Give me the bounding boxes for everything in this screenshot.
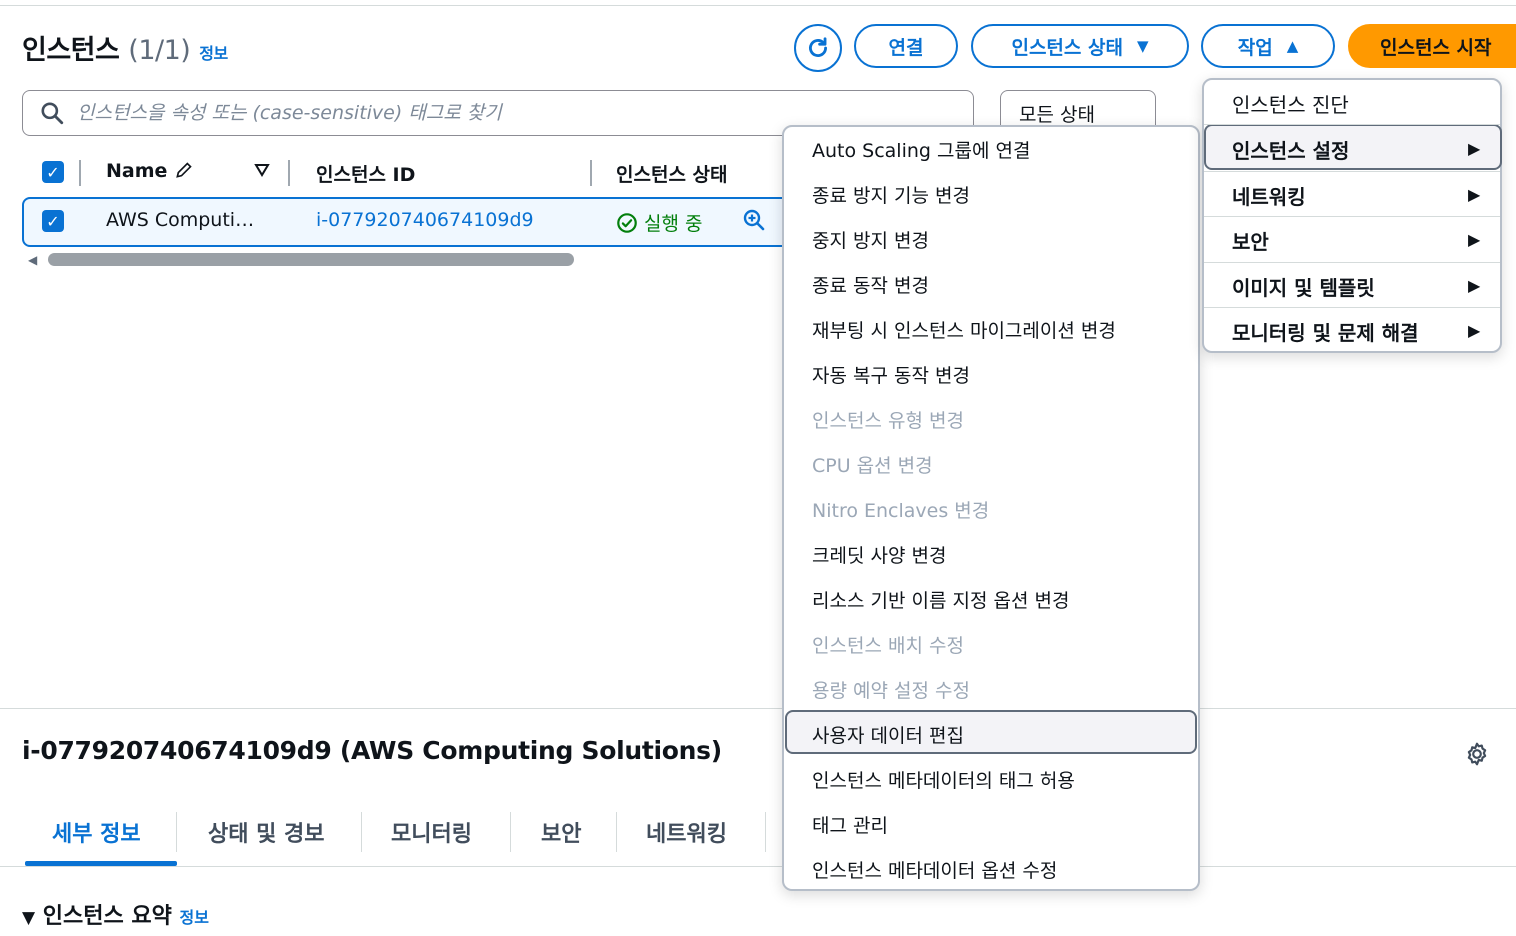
menu-item-change-cpu-options: CPU 옵션 변경 (812, 455, 933, 477)
submenu-arrow-icon: ▶ (1468, 230, 1481, 249)
submenu-arrow-icon: ▶ (1468, 139, 1481, 158)
column-separator (590, 160, 592, 186)
settings-button[interactable] (1464, 741, 1490, 771)
refresh-icon (809, 37, 827, 57)
tab-security[interactable]: 보안 (541, 816, 581, 848)
zoom-in-icon (743, 209, 765, 231)
menu-item-monitor-troubleshoot[interactable]: 모니터링 및 문제 해결 (1232, 317, 1419, 346)
menu-item-change-stop-protection[interactable]: 중지 방지 변경 (812, 226, 929, 253)
tab-separator (176, 812, 177, 852)
instance-summary-header[interactable]: ▼ 인스턴스 요약 정보 (22, 898, 209, 930)
tab-status-alarms[interactable]: 상태 및 경보 (208, 816, 325, 848)
horizontal-scrollbar[interactable] (48, 253, 574, 266)
zoom-in-button[interactable] (742, 208, 766, 237)
row-name: AWS Computi… (106, 209, 255, 231)
row-checkbox[interactable]: ✓ (42, 210, 64, 232)
actions-button-label: 작업 (1237, 36, 1273, 59)
submenu-arrow-icon: ▶ (1468, 185, 1481, 204)
actions-button[interactable]: 작업 ▲ (1201, 24, 1335, 68)
pencil-icon (176, 162, 192, 178)
column-header-instance-id[interactable]: 인스턴스 ID (316, 160, 415, 187)
menu-item-instance-diagnostics[interactable]: 인스턴스 진단 (1232, 89, 1349, 118)
menu-separator (1204, 171, 1500, 172)
split-panel-divider[interactable] (0, 708, 1516, 709)
column-separator (79, 160, 81, 186)
tab-details[interactable]: 세부 정보 (52, 816, 141, 848)
check-icon: ✓ (46, 211, 60, 231)
tab-separator (616, 812, 617, 852)
menu-item-modify-placement: 인스턴스 배치 수정 (812, 635, 964, 657)
column-header-name[interactable]: Name (106, 160, 194, 182)
instance-count: (1/1) (128, 35, 191, 66)
top-border (0, 5, 1516, 6)
tab-monitoring[interactable]: 모니터링 (391, 816, 472, 848)
details-title: i-077920740674109d9 (AWS Computing Solut… (22, 736, 722, 765)
info-link[interactable]: 정보 (199, 44, 228, 63)
tab-separator (361, 812, 362, 852)
menu-item-modify-metadata-options[interactable]: 인스턴스 메타데이터 옵션 수정 (812, 856, 1057, 883)
search-input[interactable] (75, 101, 939, 125)
menu-item-change-credit-specification[interactable]: 크레딧 사양 변경 (812, 541, 946, 568)
tab-networking[interactable]: 네트워킹 (646, 816, 727, 848)
refresh-button[interactable] (794, 24, 842, 72)
tab-separator (765, 812, 766, 852)
menu-item-change-shutdown-behavior[interactable]: 종료 동작 변경 (812, 271, 929, 298)
page-title-text: 인스턴스 (22, 35, 120, 66)
menu-item-allow-tags-metadata[interactable]: 인스턴스 메타데이터의 태그 허용 (812, 766, 1075, 793)
gear-icon (1467, 742, 1487, 766)
column-header-instance-state[interactable]: 인스턴스 상태 (616, 160, 728, 187)
column-separator (288, 160, 290, 186)
submenu-arrow-icon: ▶ (1468, 321, 1481, 340)
tabs-divider (0, 866, 1516, 867)
menu-item-networking[interactable]: 네트워킹 (1232, 181, 1306, 210)
menu-item-change-instance-type: 인스턴스 유형 변경 (812, 410, 964, 432)
connect-button-label: 연결 (888, 36, 924, 59)
column-instance-state-label: 인스턴스 상태 (616, 164, 728, 186)
tab-separator (510, 812, 511, 852)
menu-item-edit-user-data[interactable]: 사용자 데이터 편집 (812, 721, 964, 748)
filter-caret-icon (254, 164, 270, 177)
instance-summary-title: 인스턴스 요약 (42, 904, 172, 929)
caret-down-icon: ▼ (22, 908, 36, 928)
menu-item-attach-auto-scaling[interactable]: Auto Scaling 그룹에 연결 (812, 136, 1030, 163)
menu-item-change-reboot-migration[interactable]: 재부팅 시 인스턴스 마이그레이션 변경 (812, 316, 1116, 343)
column-instance-id-label: 인스턴스 ID (316, 164, 416, 186)
caret-down-icon: ▼ (1136, 37, 1149, 55)
menu-item-change-nitro-enclaves: Nitro Enclaves 변경 (812, 500, 990, 522)
menu-item-modify-capacity-reservation: 용량 예약 설정 수정 (812, 680, 970, 702)
menu-separator (1204, 262, 1500, 263)
row-state-text: 실행 중 (644, 213, 703, 235)
menu-item-change-termination-protection[interactable]: 종료 방지 기능 변경 (812, 181, 970, 208)
launch-instances-button[interactable]: 인스턴스 시작 (1348, 24, 1516, 68)
menu-item-image-templates[interactable]: 이미지 및 템플릿 (1232, 272, 1375, 301)
search-icon (41, 102, 64, 125)
menu-separator (1204, 307, 1500, 308)
column-name-label: Name (106, 160, 168, 182)
menu-separator (1204, 216, 1500, 217)
row-instance-id-link[interactable]: i-077920740674109d9 (316, 209, 534, 231)
menu-separator (1204, 124, 1500, 125)
check-circle-icon (617, 213, 637, 233)
connect-button[interactable]: 연결 (854, 24, 958, 68)
menu-item-manage-tags[interactable]: 태그 관리 (812, 811, 888, 838)
menu-item-change-auto-recovery[interactable]: 자동 복구 동작 변경 (812, 361, 970, 388)
instance-state-button[interactable]: 인스턴스 상태 ▼ (971, 24, 1189, 68)
check-icon: ✓ (46, 162, 60, 182)
state-filter-value: 모든 상태 (1019, 103, 1095, 126)
menu-item-instance-settings[interactable]: 인스턴스 설정 (1232, 135, 1349, 164)
sort-caret-icon[interactable] (254, 160, 270, 182)
menu-item-change-resource-naming[interactable]: 리소스 기반 이름 지정 옵션 변경 (812, 586, 1069, 613)
instance-state-label: 인스턴스 상태 (1011, 36, 1123, 59)
caret-up-icon: ▲ (1286, 37, 1299, 55)
page-title: 인스턴스 (1/1) 정보 (22, 28, 228, 67)
scroll-left-icon[interactable]: ◀ (28, 253, 37, 267)
launch-instances-label: 인스턴스 시작 (1380, 36, 1492, 59)
summary-info-link[interactable]: 정보 (180, 908, 209, 927)
row-instance-state: 실행 중 (616, 209, 703, 236)
select-all-checkbox[interactable]: ✓ (42, 161, 64, 183)
menu-item-security[interactable]: 보안 (1232, 226, 1269, 255)
submenu-arrow-icon: ▶ (1468, 276, 1481, 295)
